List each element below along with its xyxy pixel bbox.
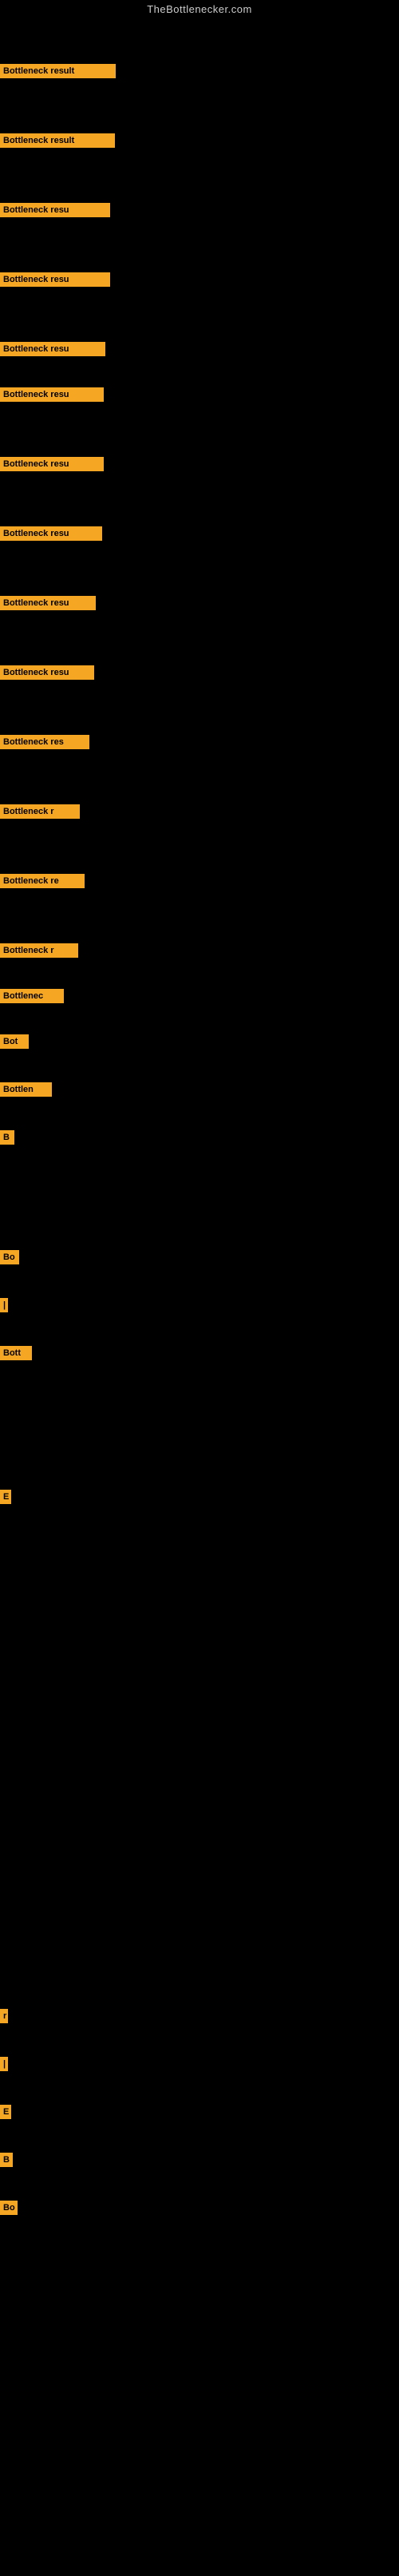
bottleneck-result-bar[interactable]: Bottleneck resu <box>0 665 94 680</box>
bottleneck-result-bar[interactable]: | <box>0 1298 8 1312</box>
bottleneck-result-bar[interactable]: Bo <box>0 1250 19 1264</box>
bottleneck-result-bar[interactable]: Bottleneck resu <box>0 596 96 610</box>
bar-row: Bottlenec <box>0 989 64 1003</box>
bottleneck-result-bar[interactable]: Bottleneck resu <box>0 526 102 541</box>
bar-row: Bottleneck resu <box>0 526 102 541</box>
bar-row: Bottlen <box>0 1082 52 1097</box>
bottleneck-result-bar[interactable]: Bott <box>0 1346 32 1360</box>
bar-row: E <box>0 1490 11 1504</box>
bottleneck-result-bar[interactable]: Bottleneck resu <box>0 457 104 471</box>
bar-row: Bottleneck resu <box>0 203 110 217</box>
bottleneck-result-bar[interactable]: Bottlen <box>0 1082 52 1097</box>
bottleneck-result-bar[interactable]: Bo <box>0 2201 18 2215</box>
bottleneck-result-bar[interactable]: Bottleneck result <box>0 64 116 78</box>
bar-row: r <box>0 2009 8 2023</box>
bar-row: Bottleneck resu <box>0 342 105 356</box>
bottleneck-result-bar[interactable]: r <box>0 2009 8 2023</box>
bar-row: Bo <box>0 2201 18 2215</box>
bar-row: Bottleneck re <box>0 874 85 888</box>
bottleneck-result-bar[interactable]: B <box>0 2153 13 2167</box>
bar-row: Bottleneck resu <box>0 596 96 610</box>
bottleneck-result-bar[interactable]: Bottleneck r <box>0 804 80 819</box>
bottleneck-result-bar[interactable]: Bottleneck resu <box>0 342 105 356</box>
bar-row: B <box>0 2153 13 2167</box>
bottleneck-result-bar[interactable]: E <box>0 1490 11 1504</box>
bar-row: Bottleneck resu <box>0 457 104 471</box>
bar-row: Bott <box>0 1346 32 1360</box>
site-title: TheBottlenecker.com <box>0 0 399 20</box>
bottleneck-result-bar[interactable]: Bottleneck res <box>0 735 89 749</box>
bottleneck-result-bar[interactable]: B <box>0 1130 14 1145</box>
bar-row: Bottleneck resu <box>0 665 94 680</box>
bottleneck-result-bar[interactable]: Bottleneck resu <box>0 272 110 287</box>
bottleneck-result-bar[interactable]: Bottlenec <box>0 989 64 1003</box>
bar-row: B <box>0 1130 14 1145</box>
bar-row: Bot <box>0 1034 29 1049</box>
bar-row: E <box>0 2105 11 2119</box>
bottleneck-result-bar[interactable]: Bottleneck resu <box>0 387 104 402</box>
bottleneck-result-bar[interactable]: | <box>0 2057 8 2071</box>
bar-row: Bottleneck result <box>0 64 116 78</box>
bottleneck-result-bar[interactable]: E <box>0 2105 11 2119</box>
bar-row: Bottleneck res <box>0 735 89 749</box>
bar-row: Bo <box>0 1250 19 1264</box>
bottleneck-result-bar[interactable]: Bottleneck result <box>0 133 115 148</box>
bar-row: | <box>0 1298 8 1312</box>
bottleneck-result-bar[interactable]: Bottleneck r <box>0 943 78 958</box>
bottleneck-result-bar[interactable]: Bot <box>0 1034 29 1049</box>
bar-row: Bottleneck result <box>0 133 115 148</box>
bar-row: | <box>0 2057 8 2071</box>
bar-row: Bottleneck resu <box>0 272 110 287</box>
bar-row: Bottleneck r <box>0 943 78 958</box>
bar-row: Bottleneck r <box>0 804 80 819</box>
bottleneck-result-bar[interactable]: Bottleneck resu <box>0 203 110 217</box>
bar-row: Bottleneck resu <box>0 387 104 402</box>
bottleneck-result-bar[interactable]: Bottleneck re <box>0 874 85 888</box>
